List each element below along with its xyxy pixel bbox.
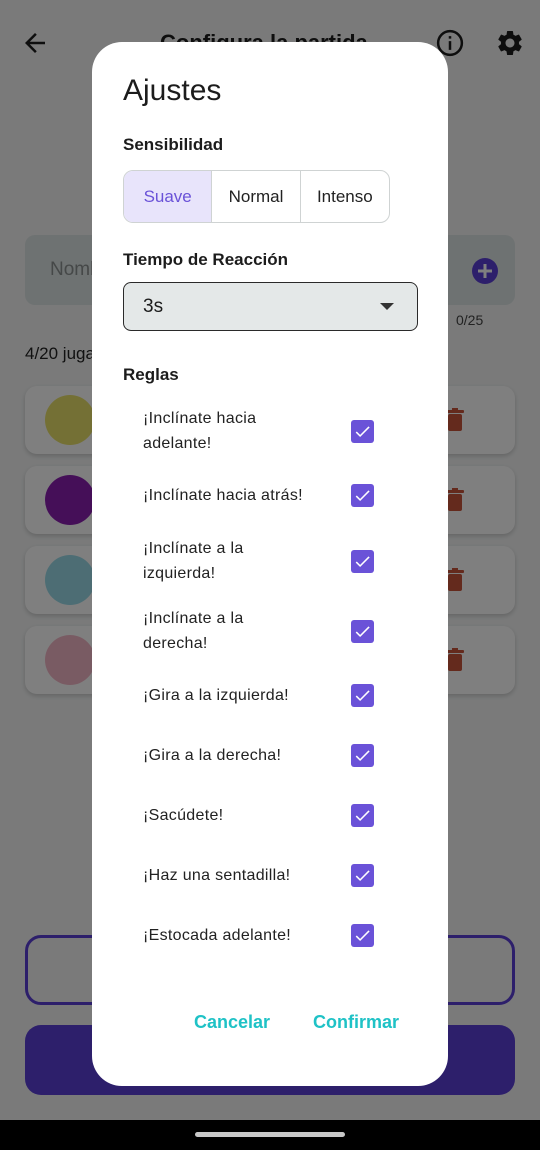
sensitivity-option-intenso[interactable]: Intenso xyxy=(301,171,389,222)
rule-label: ¡Estocada adelante! xyxy=(143,927,292,944)
rule-label: ¡Sacúdete! xyxy=(143,807,224,824)
rule-label: ¡Inclínate hacia adelante! xyxy=(143,410,257,452)
rule-checkbox[interactable] xyxy=(351,804,374,827)
dropdown-arrow-icon xyxy=(380,303,394,310)
rule-checkbox[interactable] xyxy=(351,484,374,507)
rule-checkbox[interactable] xyxy=(351,864,374,887)
rule-checkbox[interactable] xyxy=(351,550,374,573)
sensitivity-option-normal[interactable]: Normal xyxy=(212,171,301,222)
rule-label: ¡Gira a la izquierda! xyxy=(143,687,289,704)
rule-checkbox[interactable] xyxy=(351,744,374,767)
rule-label: ¡Inclínate hacia atrás! xyxy=(143,487,303,504)
sensitivity-selector: Suave Normal Intenso xyxy=(123,170,390,223)
rules-label: Reglas xyxy=(123,365,179,384)
rule-label: ¡Haz una sentadilla! xyxy=(143,867,291,884)
rule-checkbox[interactable] xyxy=(351,684,374,707)
reaction-time-dropdown[interactable]: 3s xyxy=(123,282,418,331)
home-gesture-handle[interactable] xyxy=(195,1132,345,1137)
rule-label: ¡Gira a la derecha! xyxy=(143,747,282,764)
system-nav-bar xyxy=(0,1120,540,1150)
rule-label: ¡Inclínate a la izquierda! xyxy=(143,540,244,582)
reaction-time-value: 3s xyxy=(143,296,164,317)
settings-dialog: Ajustes Sensibilidad Suave Normal Intens… xyxy=(92,42,448,1086)
cancel-button[interactable]: Cancelar xyxy=(194,1012,270,1033)
reaction-time-label: Tiempo de Reacción xyxy=(123,250,289,269)
rule-checkbox[interactable] xyxy=(351,420,374,443)
sensitivity-option-suave[interactable]: Suave xyxy=(124,171,213,222)
rule-checkbox[interactable] xyxy=(351,924,374,947)
sensitivity-label: Sensibilidad xyxy=(123,135,224,154)
dialog-title: Ajustes xyxy=(123,74,222,107)
rule-checkbox[interactable] xyxy=(351,620,374,643)
rule-label: ¡Inclínate a la derecha! xyxy=(143,610,244,652)
confirm-button[interactable]: Confirmar xyxy=(313,1012,399,1033)
